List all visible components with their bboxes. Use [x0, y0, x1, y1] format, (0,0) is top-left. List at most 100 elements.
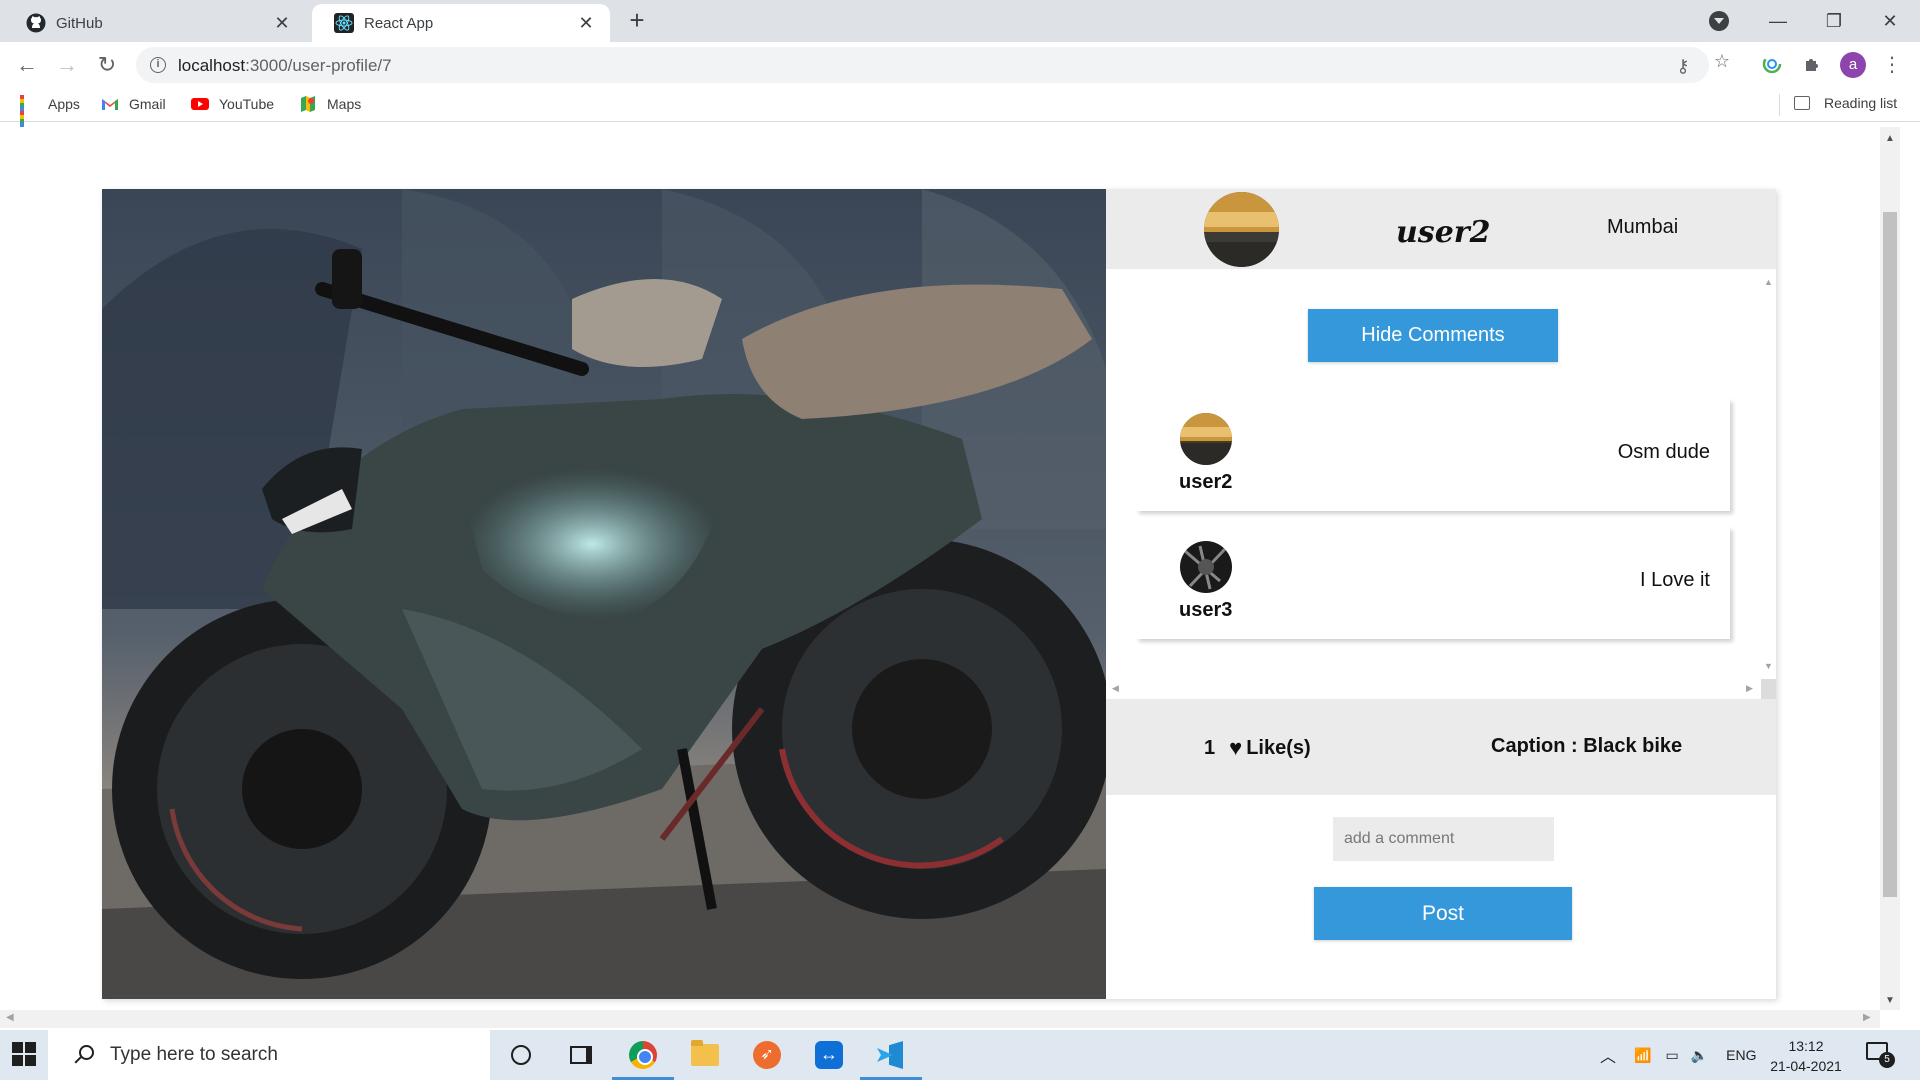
tab-title: GitHub — [56, 14, 103, 32]
clock-time: 13:12 — [1788, 1038, 1824, 1054]
system-tray: ︿ 📶 ▭ 🔈 ENG — [1600, 1030, 1756, 1080]
volume-icon[interactable]: 🔈 — [1691, 1047, 1708, 1064]
reading-list-label: Reading list — [1824, 95, 1898, 111]
restore-icon[interactable]: ❐ — [1806, 0, 1862, 42]
bookmarks-bar: Apps Gmail YouTube Maps Reading list — [0, 88, 1920, 131]
comment-text: I Love it — [1639, 569, 1710, 591]
file-explorer-icon — [691, 1040, 719, 1066]
youtube-icon — [191, 98, 209, 110]
scroll-right-arrow-icon[interactable]: ▶ — [1746, 683, 1753, 694]
author-location: Mumbai — [1607, 216, 1679, 238]
scroll-down-arrow-icon[interactable]: ▼ — [1885, 995, 1895, 1006]
taskbar-teamviewer[interactable] — [798, 1030, 860, 1080]
comment-avatar[interactable] — [1180, 541, 1232, 593]
bookmarks-divider — [1779, 94, 1780, 116]
scroll-right-arrow-icon[interactable]: ▶ — [1863, 1012, 1871, 1023]
battery-icon[interactable]: ▭ — [1665, 1047, 1678, 1064]
bookmark-label: Apps — [48, 96, 80, 112]
taskbar-vscode[interactable] — [860, 1030, 922, 1080]
taskbar-search-placeholder: Type here to search — [110, 1044, 278, 1065]
bookmark-apps[interactable]: Apps — [20, 95, 80, 131]
forward-arrow-icon[interactable]: → — [52, 50, 82, 80]
page-viewport: user2 Mumbai Hide Comments user2 Osm dud… — [0, 127, 1880, 1010]
author-name[interactable]: user2 — [1396, 215, 1490, 250]
comments-vertical-scrollbar[interactable]: ▲ ▼ — [1761, 269, 1776, 679]
url-path: :3000/user-profile/7 — [245, 56, 392, 75]
react-icon — [334, 13, 354, 33]
browser-tab-bar: GitHub ✕ React App ✕ + — ❐ ✕ — [0, 0, 1920, 42]
gmail-icon — [102, 99, 118, 110]
notification-count: 5 — [1879, 1052, 1895, 1068]
comments-horizontal-scrollbar[interactable]: ◀ ▶ — [1106, 679, 1761, 699]
url-text[interactable]: localhost:3000/user-profile/7 — [178, 56, 392, 76]
page-vertical-scrollbar[interactable]: ▲ ▼ — [1880, 127, 1900, 1010]
scroll-left-arrow-icon[interactable]: ◀ — [6, 1012, 14, 1023]
tab-title: React App — [364, 14, 434, 32]
site-info-icon[interactable]: i — [150, 57, 166, 73]
url-host: localhost — [178, 56, 246, 75]
post-stats: 1 ♥ Like(s) Caption : Black bike — [1106, 699, 1776, 795]
scroll-up-arrow-icon[interactable]: ▲ — [1764, 277, 1773, 287]
author-avatar[interactable] — [1204, 192, 1279, 267]
comment-input[interactable] — [1333, 817, 1554, 861]
taskbar-clock[interactable]: 13:12 21-04-2021 — [1766, 1036, 1846, 1076]
reload-icon[interactable]: ↻ — [92, 50, 122, 80]
teamviewer-icon — [815, 1041, 843, 1069]
chevron-up-icon[interactable]: ︿ — [1600, 1043, 1616, 1067]
comment-item: user3 I Love it — [1136, 527, 1730, 639]
scrollbar-thumb[interactable] — [1883, 212, 1897, 897]
vscode-icon — [877, 1041, 905, 1069]
profile-avatar[interactable]: a — [1840, 52, 1866, 78]
page-horizontal-scrollbar[interactable]: ◀ ▶ — [0, 1010, 1880, 1028]
wifi-icon[interactable]: 📶 — [1634, 1047, 1651, 1064]
hide-comments-button[interactable]: Hide Comments — [1308, 309, 1558, 362]
tab-react-app[interactable]: React App ✕ — [312, 4, 610, 42]
tab-github[interactable]: GitHub ✕ — [4, 4, 306, 42]
heart-icon[interactable]: ♥ — [1229, 735, 1242, 761]
task-view-button[interactable] — [550, 1030, 612, 1080]
bookmark-label: Gmail — [129, 96, 166, 112]
bookmark-gmail[interactable]: Gmail — [101, 95, 166, 113]
taskbar-file-explorer[interactable] — [674, 1030, 736, 1080]
comment-username[interactable]: user2 — [1179, 471, 1232, 494]
tab-close-icon[interactable]: ✕ — [576, 13, 596, 34]
apps-grid-icon — [20, 95, 38, 131]
comment-text: Osm dude — [1617, 441, 1710, 463]
key-icon[interactable]: ⚷ — [1672, 55, 1694, 77]
minimize-icon[interactable]: — — [1750, 0, 1806, 42]
windows-start-icon[interactable] — [12, 1042, 36, 1066]
likes[interactable]: 1 ♥ Like(s) — [1204, 735, 1311, 761]
scroll-up-arrow-icon[interactable]: ▲ — [1885, 133, 1895, 144]
menu-kebab-icon[interactable]: ⋮ — [1880, 52, 1904, 76]
scroll-down-arrow-icon[interactable]: ▼ — [1764, 661, 1773, 671]
scroll-left-arrow-icon[interactable]: ◀ — [1112, 683, 1119, 694]
github-icon — [26, 13, 46, 33]
address-bar[interactable]: i localhost:3000/user-profile/7 ⚷ — [136, 47, 1709, 83]
bookmark-maps[interactable]: Maps — [299, 95, 361, 113]
taskbar-postman[interactable]: ➶ — [736, 1030, 798, 1080]
taskbar-chrome[interactable] — [612, 1030, 674, 1080]
extensions-puzzle-icon[interactable] — [1800, 52, 1824, 76]
comment-avatar[interactable] — [1180, 413, 1232, 465]
action-center-button[interactable]: 5 — [1866, 1042, 1895, 1068]
new-tab-button[interactable]: + — [622, 6, 652, 36]
post-image — [102, 189, 1106, 999]
taskbar-search-box[interactable]: Type here to search — [48, 1030, 490, 1080]
chrome-icon — [629, 1041, 657, 1069]
extension-loader-icon[interactable] — [1760, 52, 1784, 76]
bookmark-star-icon[interactable]: ☆ — [1711, 50, 1733, 72]
tab-search-icon[interactable] — [1709, 11, 1729, 31]
tab-close-icon[interactable]: ✕ — [272, 13, 292, 34]
language-indicator[interactable]: ENG — [1726, 1047, 1756, 1063]
bookmark-youtube[interactable]: YouTube — [191, 95, 274, 113]
back-arrow-icon[interactable]: ← — [12, 50, 42, 80]
comments-container: Hide Comments user2 Osm dude user3 I Lov… — [1106, 269, 1761, 699]
bookmark-label: Maps — [327, 96, 362, 112]
close-window-icon[interactable]: ✕ — [1862, 0, 1918, 42]
reading-list-button[interactable]: Reading list — [1794, 95, 1897, 111]
windows-taskbar: Type here to search ➶ ︿ 📶 ▭ 🔈 ENG 13:12 … — [0, 1030, 1920, 1080]
post-side-panel: user2 Mumbai Hide Comments user2 Osm dud… — [1106, 189, 1776, 999]
comment-username[interactable]: user3 — [1179, 599, 1232, 622]
cortana-button[interactable] — [490, 1030, 552, 1080]
post-comment-button[interactable]: Post — [1314, 887, 1572, 940]
